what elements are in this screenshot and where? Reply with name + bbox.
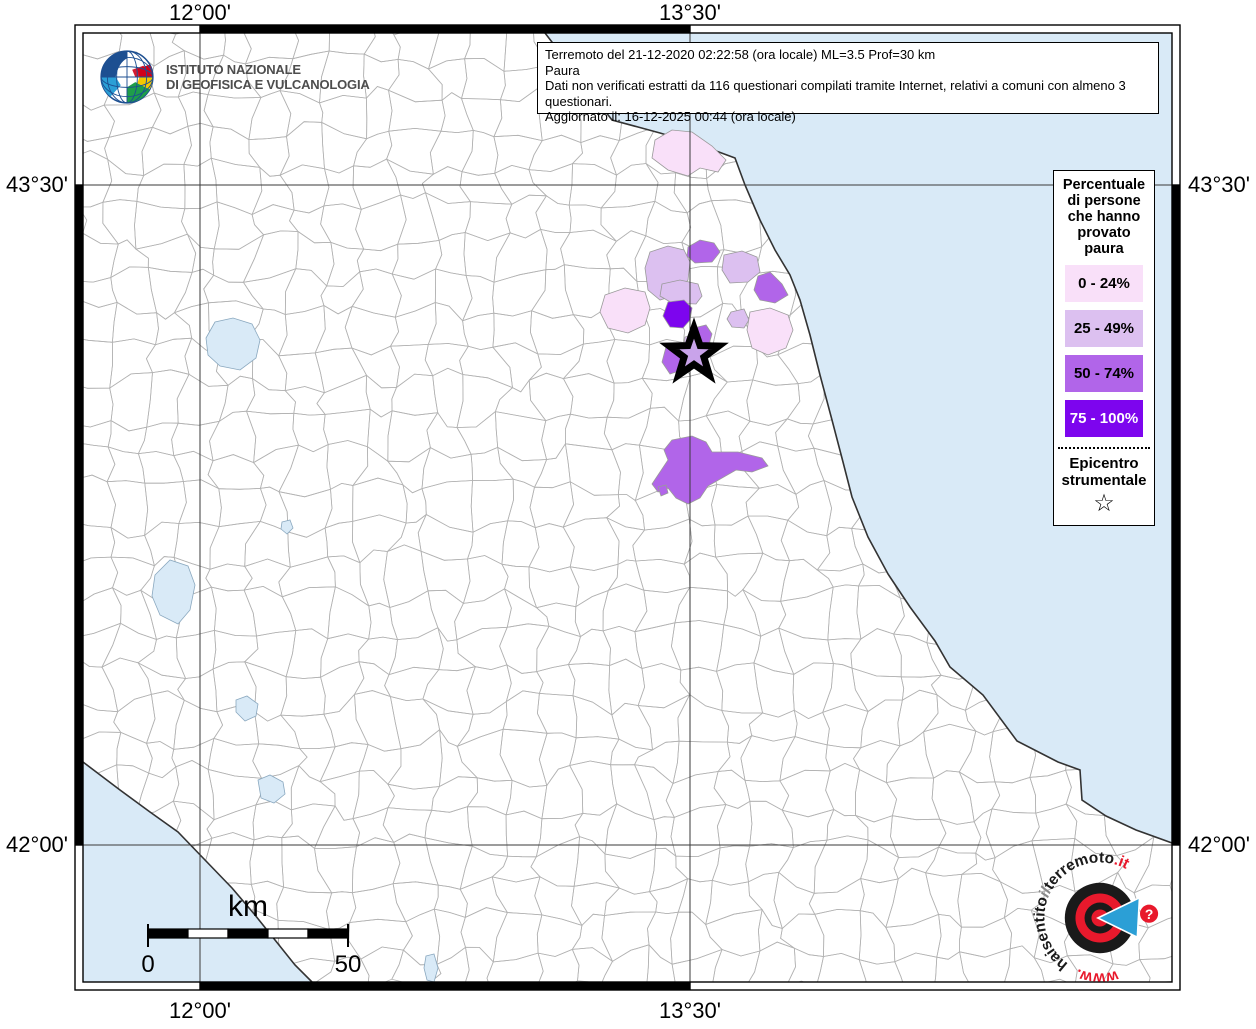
question-mark: ? <box>1145 906 1153 922</box>
legend-divider <box>1058 447 1150 449</box>
legend-class-75-100: 75 - 100% <box>1065 400 1143 437</box>
legend-box: Percentuale di persone che hanno provato… <box>1053 170 1155 526</box>
legend-class-50-74: 50 - 74% <box>1065 355 1143 392</box>
axis-label-left-south: 42°00' <box>6 832 68 857</box>
fear-municipality-0-24% <box>746 307 794 356</box>
scale-bar-start: 0 <box>141 951 154 978</box>
event-info-box: Terremoto del 21-12-2020 02:22:58 (ora l… <box>537 42 1159 124</box>
legend-class-0-24: 0 - 24% <box>1065 265 1143 302</box>
epicenter-star-icon: ☆ <box>1093 490 1115 517</box>
map-page: km 0 50 12°00' 13°30' 12°00' 13°30' 43°30'… <box>0 0 1256 1024</box>
axis-label-left-north: 43°30' <box>6 172 68 197</box>
event-updated-at: Aggiornato il: 16-12-2025 00:44 (ora loc… <box>545 109 796 124</box>
axis-label-right-north: 43°30' <box>1188 172 1250 197</box>
axis-label-top-west: 12°00' <box>169 0 231 25</box>
ingv-logo: ISTITUTO NAZIONALE DI GEOFISICA E VULCAN… <box>98 48 370 106</box>
ingv-text-line2: DI GEOFISICA E VULCANOLOGIA <box>166 77 370 92</box>
axis-label-right-south: 42°00' <box>1188 832 1250 857</box>
legend-class-25-49: 25 - 49% <box>1065 310 1143 347</box>
ingv-text-line1: ISTITUTO NAZIONALE <box>166 62 301 77</box>
axis-label-bottom-west: 12°00' <box>169 998 231 1023</box>
scale-bar-unit: km <box>228 890 268 923</box>
legend-epicenter-title: Epicentro strumentale <box>1061 455 1147 489</box>
scale-bar-end: 50 <box>335 951 362 978</box>
axis-label-bottom-east: 13°30' <box>659 998 721 1023</box>
watermark-www-text: www. <box>1073 965 1121 986</box>
legend-title: Percentuale di persone che hanno provato… <box>1062 177 1146 257</box>
haisentitoilterremoto-logo: ? haisentitoilterremoto.it www. <box>1031 849 1159 986</box>
ingv-logo-text: ISTITUTO NAZIONALE DI GEOFISICA E VULCAN… <box>166 62 370 92</box>
axis-label-top-east: 13°30' <box>659 0 721 25</box>
event-title: Terremoto del 21-12-2020 02:22:58 (ora l… <box>545 47 936 62</box>
event-data-note: Dati non verificati estratti da 116 ques… <box>545 78 1126 109</box>
fear-municipality-0-24% <box>599 287 651 334</box>
ingv-globe-icon <box>100 50 154 104</box>
event-effect-label: Paura <box>545 62 580 78</box>
